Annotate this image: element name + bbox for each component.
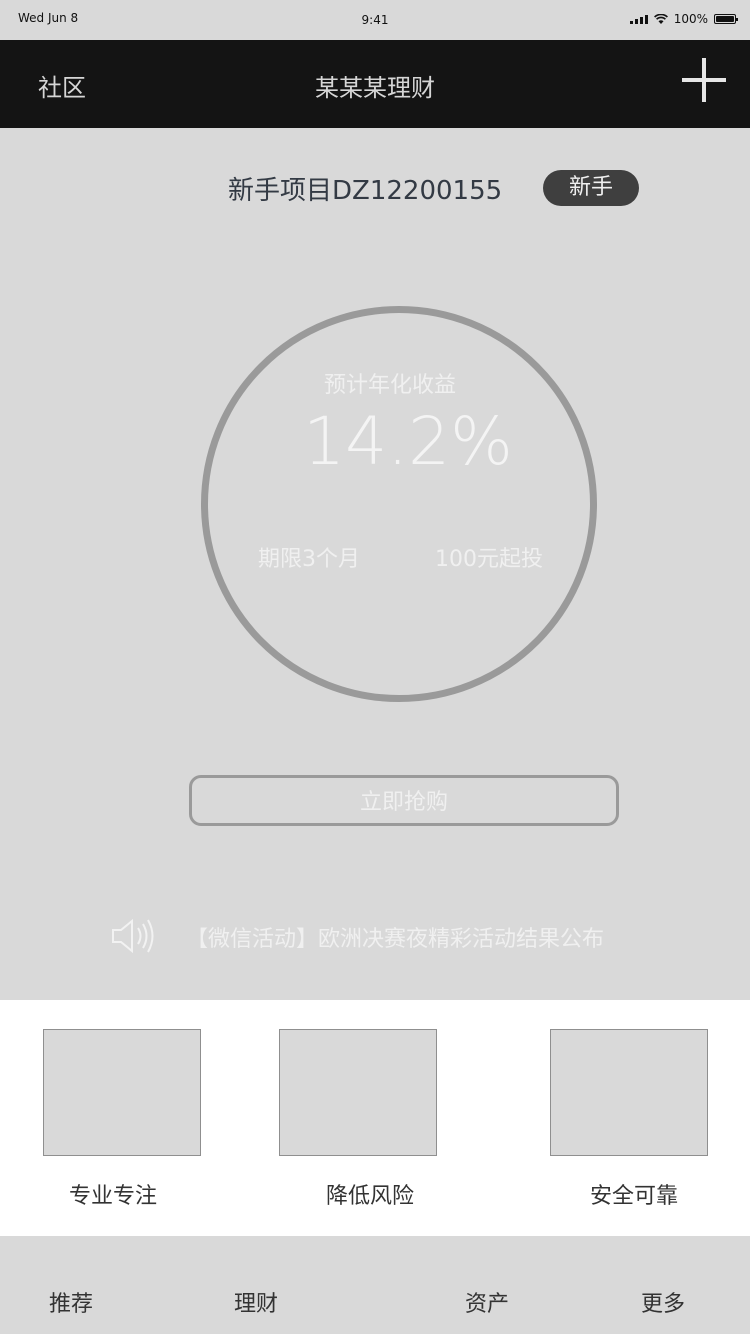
project-title: 新手项目DZ12200155 bbox=[228, 176, 503, 206]
status-bar: Wed Jun 8 9:41 100% bbox=[0, 0, 750, 40]
tab-finance[interactable]: 理财 bbox=[234, 1286, 278, 1318]
feature-label-risk: 降低风险 bbox=[325, 1184, 414, 1209]
term-text: 期限3个月 bbox=[258, 547, 360, 572]
feature-image-security bbox=[550, 1029, 708, 1156]
signal-icon bbox=[629, 14, 648, 24]
speaker-icon bbox=[112, 918, 154, 954]
tab-assets[interactable]: 资产 bbox=[465, 1286, 509, 1318]
status-indicators: 100% bbox=[629, 12, 738, 26]
wifi-icon bbox=[653, 14, 668, 24]
yield-circle bbox=[201, 306, 597, 702]
notice-bar[interactable]: 【微信活动】欧洲决赛夜精彩活动结果公布 bbox=[110, 916, 710, 956]
newbie-badge: 新手 bbox=[543, 170, 639, 206]
notice-text: 【微信活动】欧洲决赛夜精彩活动结果公布 bbox=[186, 927, 605, 952]
features-section: 专业专注 降低风险 安全可靠 bbox=[0, 1000, 750, 1236]
yield-label: 预计年化收益 bbox=[323, 373, 456, 398]
yield-rate: 14.2% bbox=[303, 403, 513, 480]
min-investment-text: 100元起投 bbox=[435, 547, 543, 572]
page-title: 某某某理财 bbox=[315, 74, 435, 102]
feature-label-professional: 专业专注 bbox=[68, 1184, 157, 1209]
tab-bar: 推荐 理财 资产 更多 bbox=[0, 1236, 750, 1334]
tab-more[interactable]: 更多 bbox=[641, 1286, 685, 1318]
feature-label-security: 安全可靠 bbox=[589, 1184, 678, 1209]
feature-image-risk bbox=[279, 1029, 437, 1156]
battery-icon bbox=[714, 14, 738, 24]
tab-recommend[interactable]: 推荐 bbox=[49, 1286, 93, 1318]
feature-image-professional bbox=[43, 1029, 201, 1156]
battery-percent: 100% bbox=[673, 12, 708, 26]
navbar: 社区 某某某理财 bbox=[0, 40, 750, 128]
plus-icon[interactable] bbox=[682, 58, 726, 102]
buy-now-button[interactable]: 立即抢购 bbox=[189, 775, 619, 826]
